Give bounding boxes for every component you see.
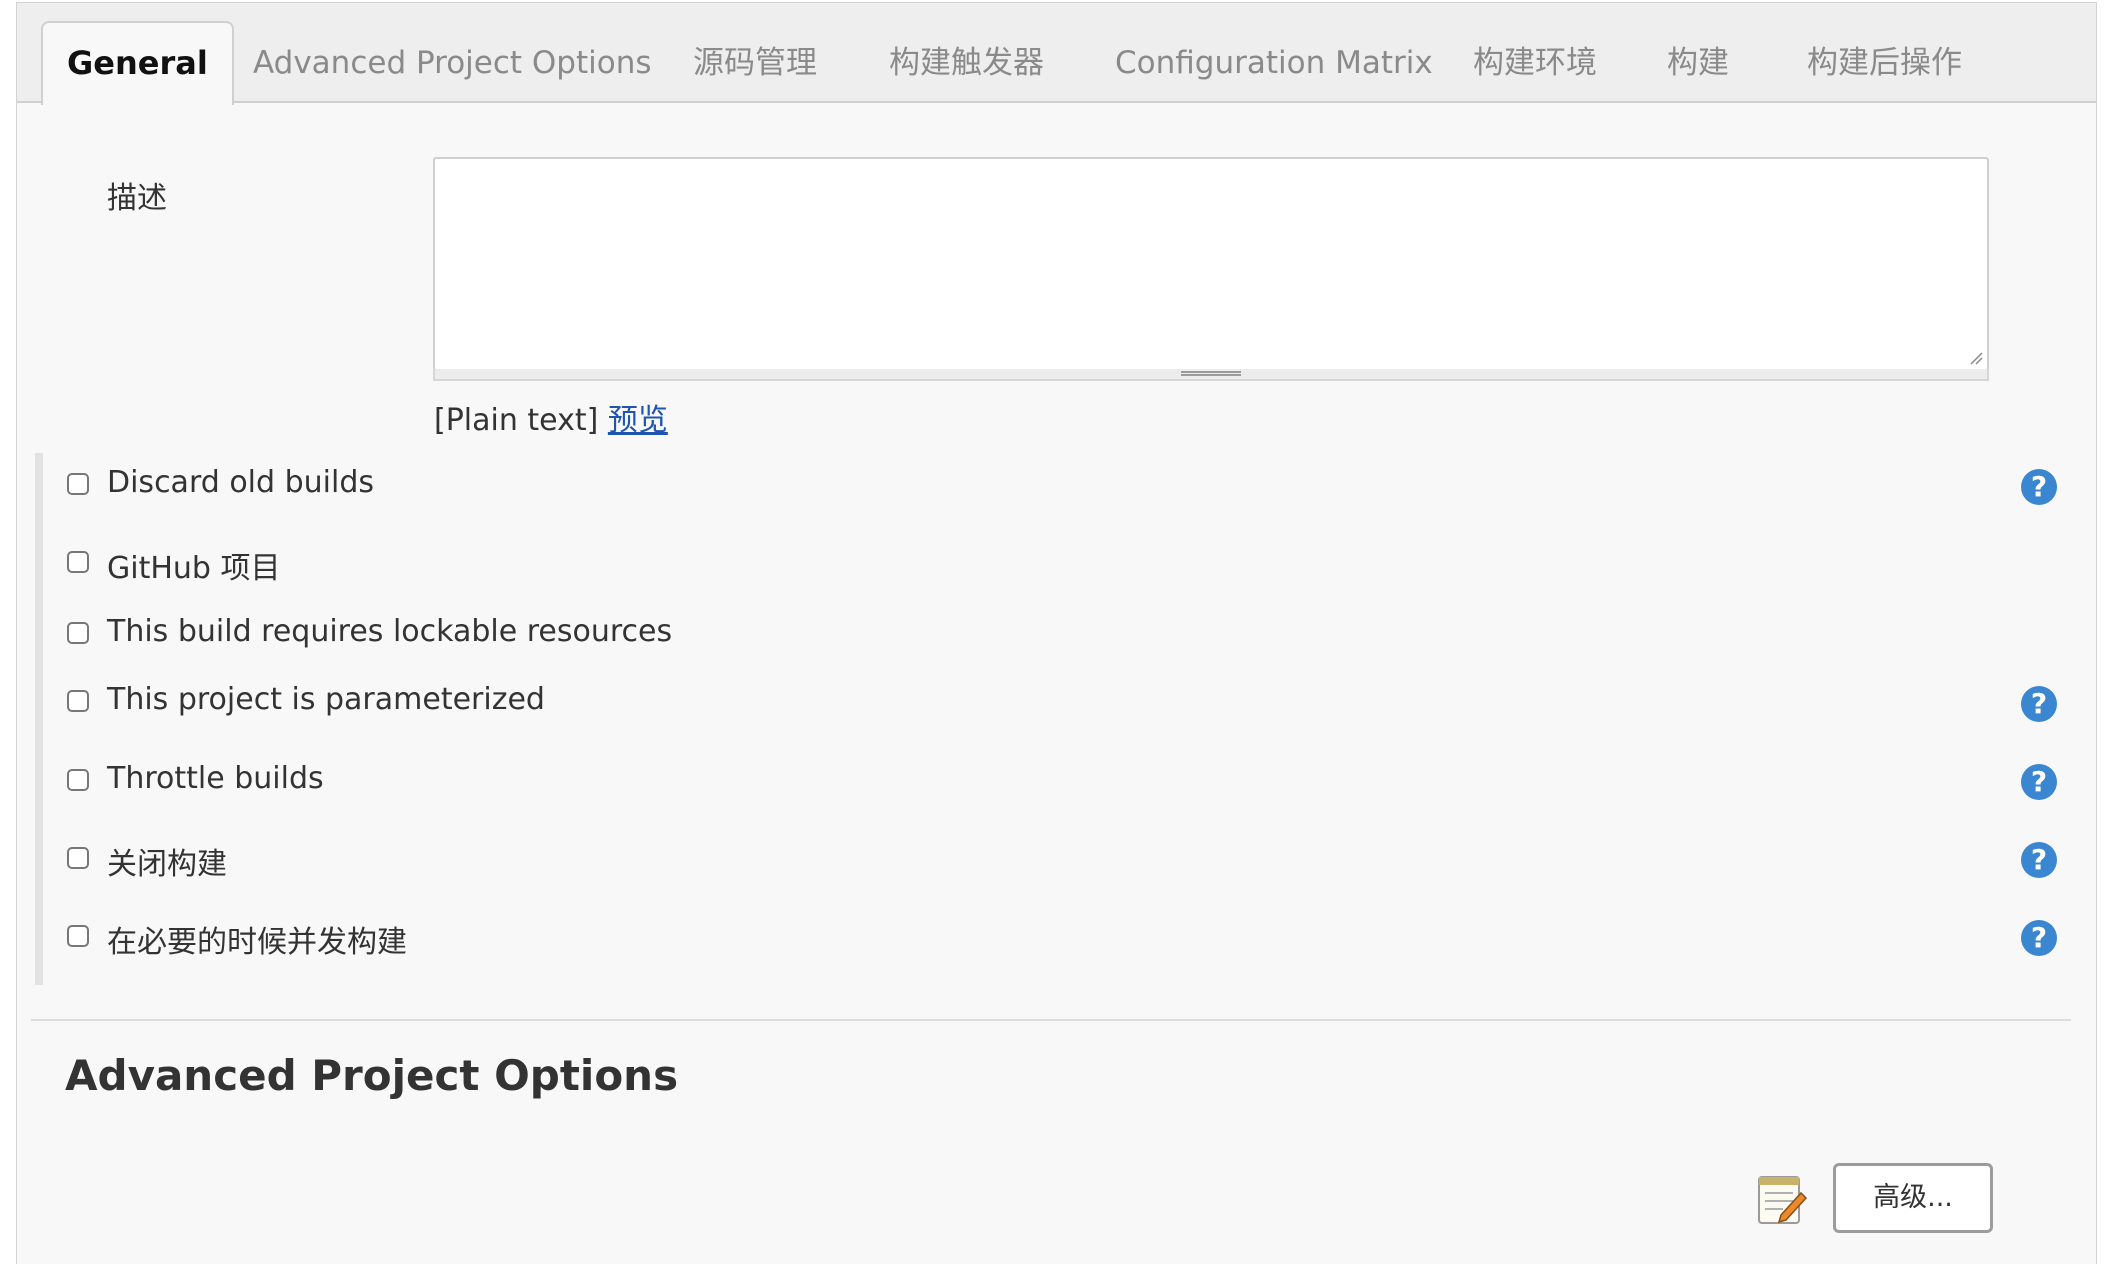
tab-post-build-actions[interactable]: 构建后操作 [1807,21,1962,105]
option-label: Throttle builds [107,761,324,796]
markup-format-label: [Plain text] [434,403,599,438]
option-label: Discard old builds [107,465,374,500]
notepad-edit-icon [1758,1176,1808,1224]
discard-old-builds-checkbox[interactable] [67,473,89,495]
parameterized-checkbox[interactable] [67,690,89,712]
option-label: GitHub 项目 [107,551,281,586]
help-icon[interactable]: ? [2021,842,2057,878]
tab-build-environment[interactable]: 构建环境 [1473,21,1597,105]
option-label: This project is parameterized [107,682,545,717]
preview-link[interactable]: 预览 [608,403,668,438]
option-label: 关闭构建 [107,847,227,882]
option-label: This build requires lockable resources [107,614,673,649]
description-label: 描述 [107,181,167,216]
section-divider [31,1019,2071,1021]
disable-build-checkbox[interactable] [67,847,89,869]
section-title: Advanced Project Options [65,1051,679,1100]
options-group-rail [35,453,43,985]
resize-corner-icon[interactable] [1969,351,1983,365]
tab-advanced-project-options[interactable]: Advanced Project Options [253,21,652,105]
markup-format-line: [Plain text] 预览 [434,395,668,439]
grip-handle-icon [1181,371,1241,376]
tab-build-triggers[interactable]: 构建触发器 [889,21,1044,105]
description-textarea[interactable] [433,157,1989,371]
option-label: 在必要的时候并发构建 [107,925,407,960]
help-icon[interactable]: ? [2021,764,2057,800]
help-icon[interactable]: ? [2021,469,2057,505]
tab-bar: General Advanced Project Options 源码管理 构建… [17,3,2096,105]
config-panel: General Advanced Project Options 源码管理 构建… [16,2,2097,1264]
concurrent-builds-checkbox[interactable] [67,925,89,947]
help-icon[interactable]: ? [2021,920,2057,956]
tab-build[interactable]: 构建 [1667,21,1729,105]
lockable-resources-checkbox[interactable] [67,622,89,644]
tab-general[interactable]: General [41,21,234,105]
tab-source-code-management[interactable]: 源码管理 [693,21,817,105]
tab-configuration-matrix[interactable]: Configuration Matrix [1115,21,1433,105]
textarea-resize-grip[interactable] [433,369,1989,381]
throttle-builds-checkbox[interactable] [67,769,89,791]
advanced-button[interactable]: 高级... [1833,1163,1993,1233]
github-project-checkbox[interactable] [67,551,89,573]
help-icon[interactable]: ? [2021,686,2057,722]
